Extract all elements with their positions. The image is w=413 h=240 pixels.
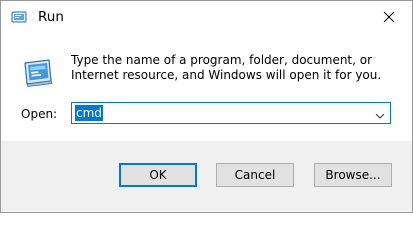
- title-bar[interactable]: Run: [1, 1, 412, 33]
- open-input-value[interactable]: cmd: [75, 105, 103, 121]
- run-big-icon: [21, 55, 55, 89]
- close-icon: [383, 11, 395, 23]
- ok-button[interactable]: OK: [119, 163, 197, 187]
- button-bar: OK Cancel Browse...: [1, 141, 412, 212]
- dialog-body: Type the name of a program, folder, docu…: [1, 33, 412, 141]
- run-app-icon: [11, 9, 27, 25]
- dropdown-button[interactable]: [374, 107, 386, 119]
- open-label: Open:: [21, 107, 58, 121]
- cancel-button[interactable]: Cancel: [216, 163, 294, 187]
- close-button[interactable]: [366, 1, 412, 33]
- window-title: Run: [38, 9, 64, 25]
- run-dialog: Run Type the name of a program, folder, …: [0, 0, 413, 213]
- dialog-description: Type the name of a program, folder, docu…: [71, 53, 382, 82]
- open-combobox[interactable]: cmd: [71, 102, 391, 124]
- browse-button[interactable]: Browse...: [314, 163, 392, 187]
- chevron-down-icon: [375, 113, 385, 119]
